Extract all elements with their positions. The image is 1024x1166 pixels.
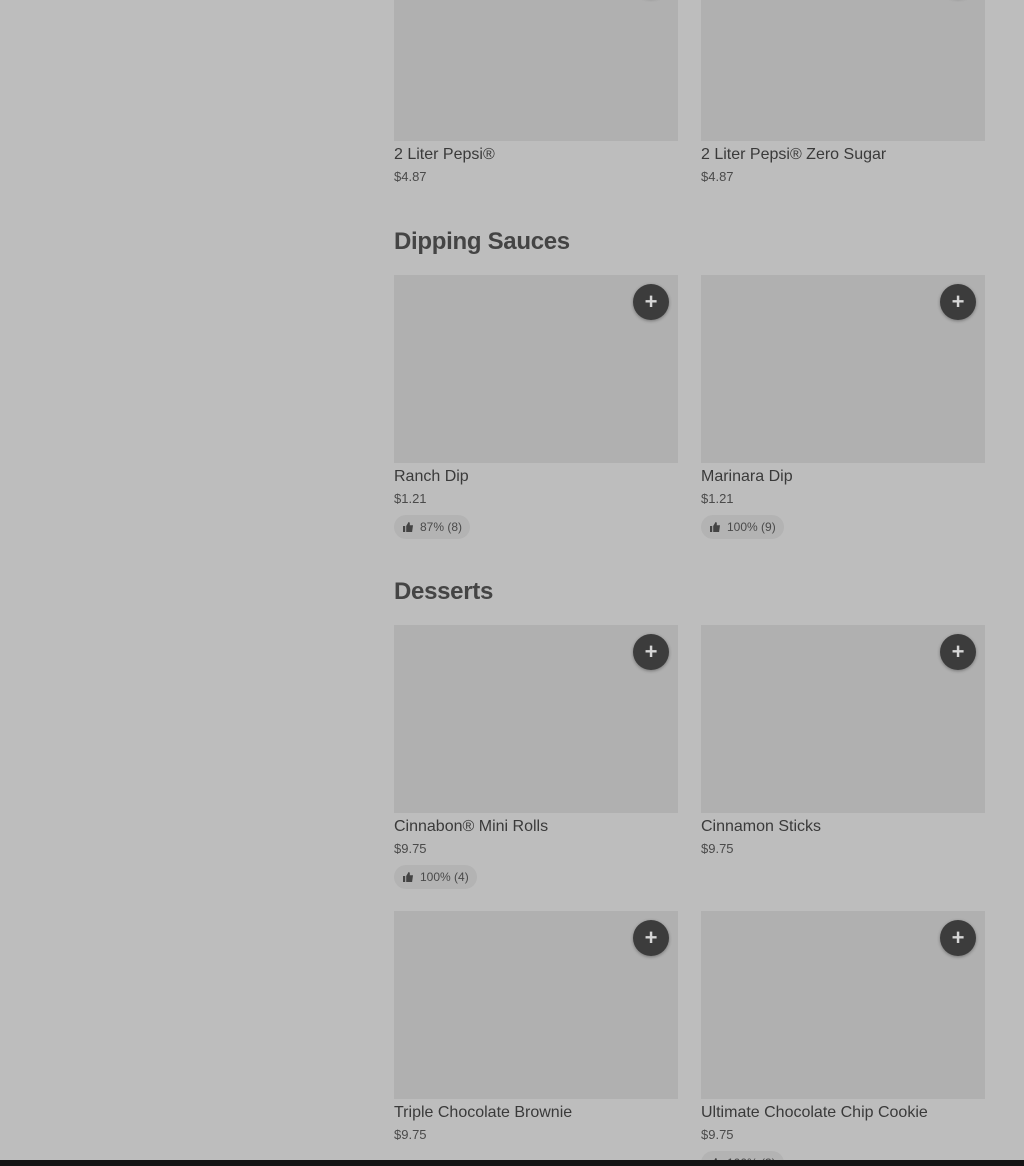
menu-item-card[interactable]: + Cinnamon Sticks $9.75	[701, 625, 985, 861]
item-price: $9.75	[701, 1127, 734, 1142]
add-item-button[interactable]: +	[633, 634, 669, 670]
add-item-button[interactable]: +	[940, 920, 976, 956]
menu-item-card[interactable]: + Cinnabon® Mini Rolls $9.75 100% (4)	[394, 625, 678, 889]
item-price: $1.21	[701, 491, 734, 506]
menu-item-card[interactable]: + Ultimate Chocolate Chip Cookie $9.75 1…	[701, 911, 985, 1166]
thumbs-up-icon	[710, 522, 720, 532]
thumbs-up-icon	[403, 872, 413, 882]
item-image[interactable]: +	[701, 625, 985, 813]
menu-item-card[interactable]: + 2 Liter Pepsi® $4.87	[394, 0, 678, 189]
item-image[interactable]: +	[394, 275, 678, 463]
item-name: Triple Chocolate Brownie	[394, 1104, 573, 1121]
thumbs-up-icon	[403, 522, 413, 532]
bottom-bar	[0, 1160, 1024, 1166]
add-item-button[interactable]: +	[633, 920, 669, 956]
menu-item-card[interactable]: + 2 Liter Pepsi® Zero Sugar $4.87	[701, 0, 985, 189]
plus-icon: +	[644, 925, 658, 950]
plus-icon: +	[644, 289, 658, 314]
item-name: 2 Liter Pepsi® Zero Sugar	[701, 146, 887, 163]
add-item-button[interactable]: +	[940, 284, 976, 320]
item-name: Marinara Dip	[701, 468, 793, 485]
rating-badge: 100% (9)	[701, 515, 784, 539]
menu-item-card[interactable]: + Triple Chocolate Brownie $9.75	[394, 911, 678, 1147]
item-image[interactable]: +	[394, 0, 678, 141]
item-price: $4.87	[394, 169, 427, 184]
rating-badge: 87% (8)	[394, 515, 471, 539]
menu-page: + 2 Liter Pepsi® $4.87 + 2 Liter Pepsi® …	[0, 0, 1024, 1166]
item-image[interactable]: +	[394, 625, 678, 813]
item-price: $4.87	[701, 169, 734, 184]
item-price: $9.75	[394, 841, 427, 856]
item-image[interactable]: +	[394, 911, 678, 1099]
plus-icon: +	[951, 925, 965, 950]
plus-icon: +	[951, 289, 965, 314]
item-price: $9.75	[701, 841, 734, 856]
item-name: Ultimate Chocolate Chip Cookie	[701, 1104, 928, 1121]
rating-text: 87% (8)	[420, 520, 463, 534]
menu-item-card[interactable]: + Marinara Dip $1.21 100% (9)	[701, 275, 985, 539]
rating-badge: 100% (4)	[394, 865, 477, 889]
item-price: $1.21	[394, 491, 427, 506]
section-title-desserts: Desserts	[394, 578, 494, 605]
plus-icon: +	[644, 639, 658, 664]
item-name: Ranch Dip	[394, 468, 469, 485]
section-title-dipping-sauces: Dipping Sauces	[394, 228, 570, 255]
rating-text: 100% (4)	[420, 870, 469, 884]
add-item-button[interactable]: +	[633, 284, 669, 320]
item-image[interactable]: +	[701, 911, 985, 1099]
menu-item-card[interactable]: + Ranch Dip $1.21 87% (8)	[394, 275, 678, 539]
item-image[interactable]: +	[701, 0, 985, 141]
item-image[interactable]: +	[701, 275, 985, 463]
item-name: 2 Liter Pepsi®	[394, 146, 495, 163]
item-name: Cinnamon Sticks	[701, 818, 822, 835]
item-price: $9.75	[394, 1127, 427, 1142]
item-name: Cinnabon® Mini Rolls	[394, 818, 549, 835]
plus-icon: +	[951, 639, 965, 664]
rating-text: 100% (9)	[727, 520, 776, 534]
add-item-button[interactable]: +	[940, 634, 976, 670]
